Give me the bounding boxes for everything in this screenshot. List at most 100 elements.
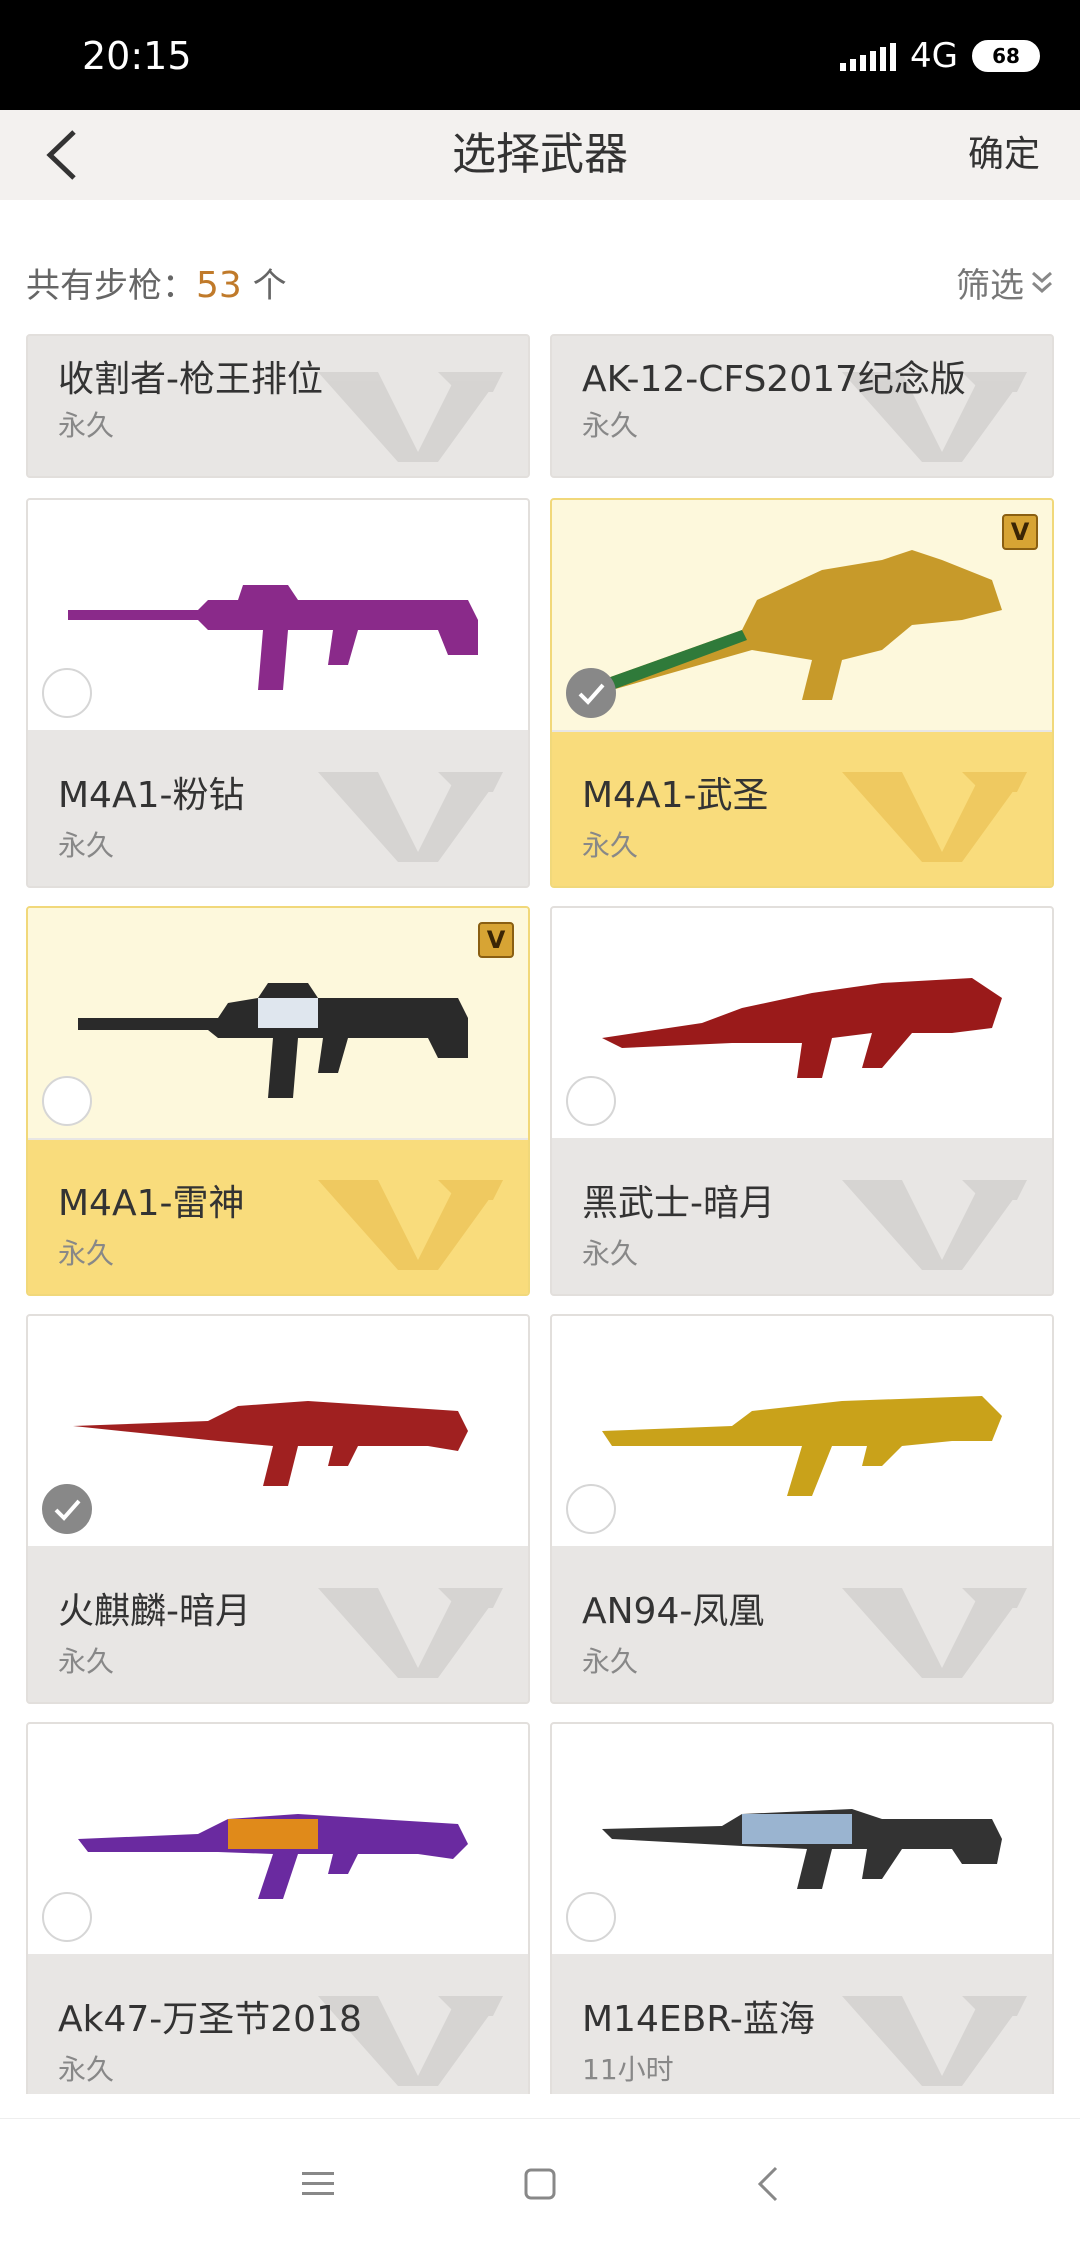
cf-watermark-icon	[318, 1180, 503, 1270]
card-info: M4A1-武圣 永久	[552, 732, 1052, 886]
weapon-name: 收割者-枪王排位	[58, 359, 323, 400]
weapon-card[interactable]: AN94-凤凰 永久	[550, 1314, 1054, 1704]
confirm-button[interactable]: 确定	[968, 110, 1040, 200]
weapon-card[interactable]: AK-12-CFS2017纪念版 永久	[550, 334, 1054, 478]
page-title: 选择武器	[452, 129, 628, 180]
weapon-name: M4A1-雷神	[58, 1183, 245, 1224]
cf-watermark-icon	[318, 1588, 503, 1678]
select-checkbox[interactable]	[566, 1892, 616, 1942]
cf-watermark-icon	[318, 372, 503, 462]
nav-bar: 选择武器 确定	[0, 110, 1080, 200]
cf-watermark-icon	[842, 772, 1027, 862]
rifle-image	[602, 978, 1002, 1078]
weapon-duration: 永久	[58, 1237, 115, 1270]
weapon-name: M4A1-武圣	[582, 775, 769, 816]
status-indicators: 4G 68	[840, 36, 1040, 76]
checkmark-icon	[54, 1499, 81, 1521]
chevron-left-icon	[757, 2166, 778, 2202]
weapon-card[interactable]: V M4A1-雷神 永久	[26, 906, 530, 1296]
vip-badge-icon: V	[478, 922, 514, 958]
battery-icon: 68	[972, 40, 1040, 72]
weapon-duration: 永久	[58, 1645, 115, 1678]
weapon-name: Ak47-万圣节2018	[58, 1999, 362, 2040]
count-suffix: 个	[241, 266, 287, 306]
select-checkbox[interactable]	[42, 1892, 92, 1942]
status-bar: 20:15 4G 68	[0, 0, 1080, 110]
weapon-duration: 永久	[582, 829, 639, 862]
weapon-card[interactable]: V M4A1-武圣 永久	[550, 498, 1054, 888]
home-button[interactable]	[480, 2119, 600, 2249]
weapon-name: M4A1-粉钻	[58, 775, 245, 816]
weapon-image-area: V	[28, 908, 528, 1138]
system-nav-bar	[0, 2118, 1080, 2248]
card-info: AK-12-CFS2017纪念版 永久	[552, 336, 1052, 476]
select-checkbox[interactable]	[566, 1484, 616, 1534]
rifle-image	[68, 585, 478, 690]
menu-button[interactable]	[258, 2119, 378, 2249]
weapon-card[interactable]: M14EBR-蓝海 11小时	[550, 1722, 1054, 2094]
weapon-count: 共有步枪：53 个	[26, 258, 287, 307]
network-label: 4G	[910, 36, 958, 76]
square-icon	[524, 2168, 556, 2200]
cf-watermark-icon	[842, 1588, 1027, 1678]
card-info: M14EBR-蓝海 11小时	[552, 1956, 1052, 2094]
filter-button[interactable]: 筛选	[956, 258, 1054, 307]
weapon-image-area: V	[552, 500, 1052, 730]
menu-icon	[302, 2172, 334, 2195]
rifle-image	[73, 1401, 468, 1486]
weapon-name: 黑武士-暗月	[582, 1183, 775, 1224]
weapon-card[interactable]: M4A1-粉钻 永久	[26, 498, 530, 888]
system-back-button[interactable]	[708, 2119, 828, 2249]
rifle-image	[78, 983, 468, 1098]
cf-watermark-icon	[842, 1180, 1027, 1270]
card-info: Ak47-万圣节2018 永久	[28, 1956, 528, 2094]
card-info: 火麒麟-暗月 永久	[28, 1548, 528, 1702]
signal-icon	[840, 41, 897, 71]
weapon-duration: 永久	[58, 2053, 115, 2086]
double-chevron-down-icon	[1032, 271, 1052, 293]
count-prefix: 共有步枪：	[26, 266, 196, 306]
rifle-image	[602, 1809, 1002, 1889]
checkmark-icon	[578, 683, 605, 705]
weapon-card[interactable]: 黑武士-暗月 永久	[550, 906, 1054, 1296]
card-info: 收割者-枪王排位 永久	[28, 336, 528, 476]
select-checkbox[interactable]	[42, 1484, 92, 1534]
weapon-card[interactable]: 收割者-枪王排位 永久	[26, 334, 530, 478]
select-checkbox[interactable]	[566, 668, 616, 718]
weapon-duration: 永久	[582, 1237, 639, 1270]
weapon-duration: 永久	[58, 829, 115, 862]
weapon-duration: 永久	[582, 409, 639, 442]
weapon-card[interactable]: Ak47-万圣节2018 永久	[26, 1722, 530, 2094]
weapon-name: M14EBR-蓝海	[582, 1999, 815, 2040]
weapon-card[interactable]: 火麒麟-暗月 永久	[26, 1314, 530, 1704]
vip-badge-icon: V	[1002, 514, 1038, 550]
card-info: AN94-凤凰 永久	[552, 1548, 1052, 1702]
battery-level: 68	[992, 44, 1020, 68]
weapon-duration: 永久	[582, 1645, 639, 1678]
rifle-image	[602, 1396, 1002, 1496]
weapon-name: AN94-凤凰	[582, 1591, 765, 1632]
weapon-grid: 收割者-枪王排位 永久 AK-12-CFS2017纪念版 永久 M4A1-粉钻 …	[0, 334, 1080, 2094]
count-number: 53	[196, 265, 242, 306]
weapon-image-area	[28, 500, 528, 730]
select-checkbox[interactable]	[42, 1076, 92, 1126]
weapon-name: AK-12-CFS2017纪念版	[582, 359, 966, 400]
weapon-duration: 11小时	[582, 2053, 674, 2086]
count-bar: 共有步枪：53 个 筛选	[0, 200, 1080, 334]
select-checkbox[interactable]	[566, 1076, 616, 1126]
weapon-duration: 永久	[58, 409, 115, 442]
weapon-image-area	[28, 1316, 528, 1546]
status-time: 20:15	[82, 34, 192, 78]
card-info: M4A1-雷神 永久	[28, 1140, 528, 1294]
rifle-image	[78, 1814, 468, 1899]
filter-label: 筛选	[956, 266, 1024, 306]
select-checkbox[interactable]	[42, 668, 92, 718]
weapon-image-area	[552, 1316, 1052, 1546]
card-info: M4A1-粉钻 永久	[28, 732, 528, 886]
weapon-name: 火麒麟-暗月	[58, 1591, 251, 1632]
weapon-image-area	[552, 1724, 1052, 1954]
rifle-image	[602, 550, 1002, 700]
weapon-image-area	[28, 1724, 528, 1954]
cf-watermark-icon	[318, 772, 503, 862]
weapon-image-area	[552, 908, 1052, 1138]
